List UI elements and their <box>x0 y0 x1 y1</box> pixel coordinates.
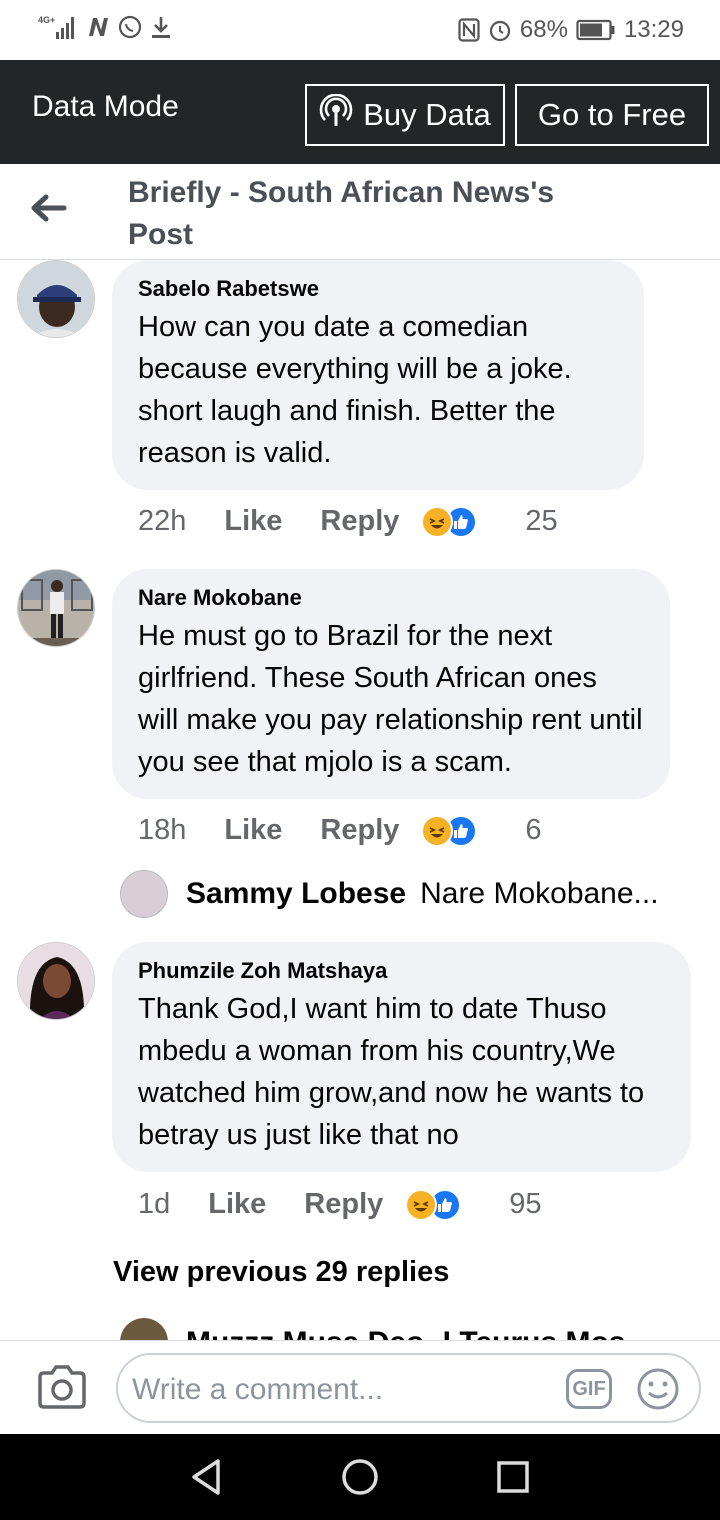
navigation-bar <box>0 1434 720 1520</box>
nfc-icon <box>458 18 480 42</box>
comment-time: 22h <box>138 505 187 537</box>
emoji-icon[interactable] <box>636 1367 680 1411</box>
recents-nav-icon[interactable] <box>492 1456 534 1498</box>
reactions[interactable] <box>405 1188 499 1221</box>
go-to-free-label: Go to Free <box>537 97 687 132</box>
comment-author[interactable]: Nare Mokobane <box>138 585 644 611</box>
reply-text: Nare Mokobane... <box>420 877 659 910</box>
comment-bubble: Sabelo Rabetswe How can you date a comed… <box>112 260 644 490</box>
data-mode-bar: Data Mode Buy Data Go to Free <box>0 60 720 164</box>
avatar <box>120 870 168 918</box>
whatsapp-icon <box>118 15 142 39</box>
comment-composer: Write a comment... GIF <box>0 1340 720 1434</box>
svg-text:4G+: 4G+ <box>38 15 55 25</box>
back-nav-icon[interactable] <box>186 1456 228 1498</box>
partial-reply-row: Muzzz Musa Deo- I Teurus Mos <box>120 1318 720 1340</box>
reply-button[interactable]: Reply <box>320 814 399 847</box>
haha-icon <box>421 814 454 847</box>
like-button[interactable]: Like <box>224 505 282 538</box>
alarm-icon <box>488 18 512 42</box>
buy-data-label: Buy Data <box>363 97 491 132</box>
camera-icon[interactable] <box>36 1361 88 1413</box>
reply-preview[interactable]: Sammy Lobese Nare Mokobane... <box>120 870 659 918</box>
reaction-count: 25 <box>525 505 558 537</box>
comment-bubble: Nare Mokobane He must go to Brazil for t… <box>112 569 670 799</box>
buy-data-button[interactable]: Buy Data <box>305 84 505 146</box>
comment-author[interactable]: Phumzile Zoh Matshaya <box>138 958 665 984</box>
avatar <box>120 1318 168 1340</box>
haha-icon <box>405 1188 438 1221</box>
reaction-count: 95 <box>509 1188 542 1220</box>
comment-bubble: Phumzile Zoh Matshaya Thank God,I want h… <box>112 942 691 1172</box>
comment-text: He must go to Brazil for the next girlfr… <box>138 620 643 778</box>
data-mode-title: Data Mode <box>32 90 179 123</box>
comment-author[interactable]: Sabelo Rabetswe <box>138 276 618 302</box>
avatar[interactable] <box>17 942 95 1020</box>
avatar[interactable] <box>17 260 95 338</box>
status-left: 4G+ <box>38 14 172 40</box>
comment-placeholder: Write a comment... <box>132 1373 384 1406</box>
signal-icon: 4G+ <box>38 14 78 40</box>
page-title: Briefly - South African News's Post <box>128 176 555 251</box>
comment-text: Thank God,I want him to date Thuso mbedu… <box>138 993 645 1151</box>
comment-time: 18h <box>138 814 187 846</box>
comment-input[interactable]: Write a comment... GIF <box>116 1353 701 1423</box>
comment-actions: 18h Like Reply 6 <box>138 814 542 847</box>
back-arrow-icon[interactable] <box>28 188 68 228</box>
comment-actions: 22h Like Reply 25 <box>138 505 558 538</box>
haha-icon <box>421 505 454 538</box>
comment-time: 1d <box>138 1188 171 1220</box>
reply-author: Sammy Lobese <box>186 877 407 910</box>
status-bar: 4G+ 68% 13:29 <box>0 0 720 60</box>
comment-actions: 1d Like Reply 95 <box>138 1188 542 1221</box>
home-nav-icon[interactable] <box>339 1456 381 1498</box>
battery-percent: 68% <box>519 16 568 43</box>
like-button[interactable]: Like <box>224 814 282 847</box>
clock: 13:29 <box>623 16 684 43</box>
reaction-count: 6 <box>525 814 542 846</box>
n-app-icon <box>86 16 110 38</box>
partial-reply-text: Muzzz Musa Deo- I Teurus Mos <box>186 1326 625 1340</box>
go-to-free-button[interactable]: Go to Free <box>515 84 709 146</box>
battery-icon <box>576 19 616 41</box>
gif-button[interactable]: GIF <box>566 1369 612 1409</box>
broadcast-icon <box>319 93 353 136</box>
like-button[interactable]: Like <box>208 1188 266 1221</box>
reply-button[interactable]: Reply <box>320 505 399 538</box>
reply-button[interactable]: Reply <box>304 1188 383 1221</box>
view-previous-replies-link[interactable]: View previous 29 replies <box>113 1256 449 1289</box>
post-header: Briefly - South African News's Post <box>0 164 720 260</box>
reactions[interactable] <box>421 814 515 847</box>
avatar[interactable] <box>17 569 95 647</box>
download-icon <box>150 15 172 39</box>
status-right: 68% 13:29 <box>458 16 684 44</box>
reactions[interactable] <box>421 505 515 538</box>
comment-text: How can you date a comedian because ever… <box>138 311 572 469</box>
